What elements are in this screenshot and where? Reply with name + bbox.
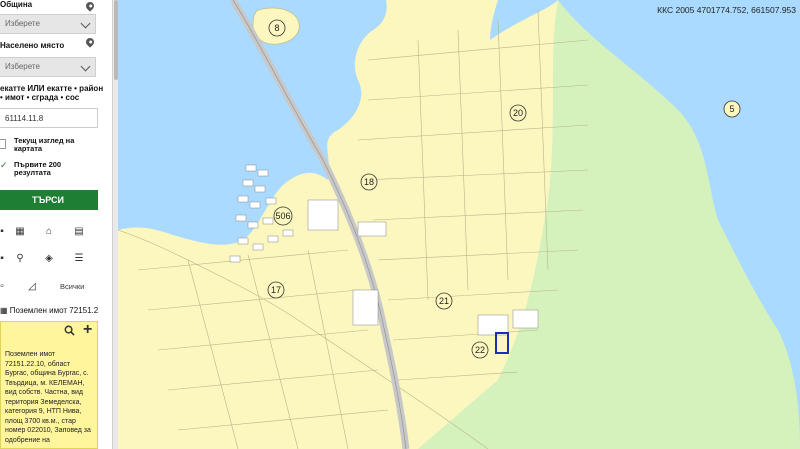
checkmark-icon[interactable]: ✓: [0, 160, 8, 171]
area-label-8: 8: [274, 23, 279, 33]
area-label-17: 17: [271, 285, 281, 295]
sidebar: Община Изберете Населено място Изберете …: [0, 0, 113, 449]
area-label-18: 18: [364, 177, 374, 187]
current-view-label: Текущ изглед на картата: [14, 136, 75, 153]
search-button[interactable]: ТЪРСИ: [0, 190, 98, 210]
area-label-20: 20: [513, 108, 523, 118]
grid-icon: ▦: [0, 306, 10, 315]
search-icon[interactable]: [64, 325, 75, 336]
chevron-down-icon: [80, 18, 91, 29]
plus-icon[interactable]: +: [83, 322, 92, 338]
calculator-icon[interactable]: ▤: [73, 226, 85, 238]
coordinate-readout: ККС 2005 4701774.752, 661507.953: [657, 5, 796, 15]
area-label-21: 21: [439, 296, 449, 306]
location-pin-icon: [84, 0, 96, 12]
area-label-506: 506: [275, 211, 290, 221]
municipality-select-value: Изберете: [5, 19, 40, 28]
settlement-label: Населено място: [0, 41, 65, 50]
municipality-label: Община: [0, 0, 33, 9]
settlement-select-value: Изберете: [5, 62, 40, 71]
municipality-select[interactable]: Изберете: [0, 14, 96, 34]
area-label-5: 5: [729, 104, 734, 114]
chevron-down-icon: [80, 61, 91, 72]
parcel-header-text: Поземлен имот 72151.2: [9, 306, 99, 315]
location-pin-icon: [84, 36, 96, 48]
polygon-icon[interactable]: ◿: [26, 281, 38, 293]
list-icon[interactable]: ☰: [73, 253, 85, 265]
area-label-22: 22: [475, 345, 485, 355]
grid-icon[interactable]: ▦: [14, 226, 26, 238]
map-canvas[interactable]: 8 5 20 18 506 17 21 22: [118, 0, 800, 449]
layers-icon[interactable]: ◈: [43, 253, 55, 265]
search-hint: екатте ИЛИ екатте • район • имот • сград…: [0, 84, 104, 102]
parcel-info-box: Поземлен имот 72151.22.10, област Бургас…: [0, 321, 98, 449]
tool-blank[interactable]: ▪: [0, 253, 8, 265]
parcel-header: ▦ Поземлен имот 72151.2: [0, 306, 98, 315]
tool-blank[interactable]: ▪: [0, 226, 8, 238]
parcel-info-text: Поземлен имот 72151.22.10, област Бургас…: [5, 351, 91, 444]
tool-blank[interactable]: ▫: [0, 281, 8, 293]
current-view-checkbox[interactable]: [0, 139, 6, 149]
location-pin-icon[interactable]: ⚲: [14, 253, 26, 265]
map-view[interactable]: 8 5 20 18 506 17 21 22 ККС 2005 4701774.…: [118, 0, 800, 449]
first-200-label: Първите 200 резултата: [14, 160, 62, 177]
tool-all-label[interactable]: Всички: [60, 282, 84, 291]
home-icon[interactable]: ⌂: [43, 226, 55, 238]
settlement-select[interactable]: Изберете: [0, 57, 96, 77]
search-input[interactable]: [0, 108, 98, 128]
